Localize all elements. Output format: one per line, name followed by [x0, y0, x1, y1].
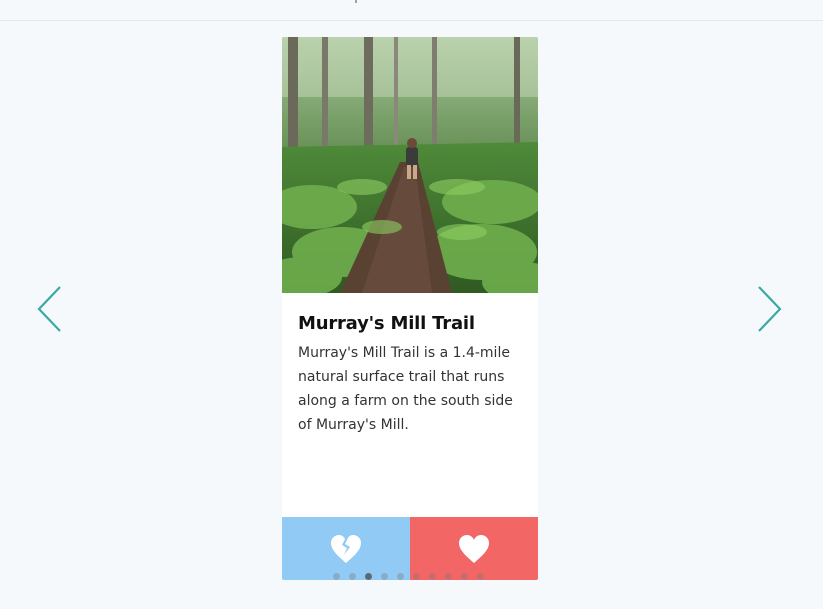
pagination-dot[interactable]: [477, 573, 484, 580]
trail-card: Murray's Mill Trail Murray's Mill Trail …: [282, 37, 538, 580]
pagination-dot-active[interactable]: [365, 573, 372, 580]
chevron-left-icon: [37, 286, 61, 332]
pagination-dot[interactable]: [445, 573, 452, 580]
pagination-dot[interactable]: [397, 573, 404, 580]
trail-description: Murray's Mill Trail is a 1.4-mile natura…: [298, 345, 513, 433]
pagination-dot[interactable]: [413, 573, 420, 580]
previous-slide-button[interactable]: [34, 284, 64, 334]
pagination-dots: [282, 573, 538, 580]
dislike-button[interactable]: [282, 517, 410, 580]
pagination-dot[interactable]: [333, 573, 340, 580]
broken-heart-icon: [331, 534, 361, 563]
top-bar: [0, 0, 823, 21]
next-slide-button[interactable]: [755, 284, 785, 334]
pagination-dot[interactable]: [429, 573, 436, 580]
pagination-dot[interactable]: [349, 573, 356, 580]
pagination-dot[interactable]: [381, 573, 388, 580]
chevron-right-icon: [758, 286, 782, 332]
trail-title: Murray's Mill Trail: [298, 313, 475, 334]
top-bar-marker: [355, 0, 357, 3]
trail-photo: [282, 37, 538, 293]
heart-icon: [459, 534, 489, 563]
pagination-dot[interactable]: [461, 573, 468, 580]
like-button[interactable]: [410, 517, 538, 580]
